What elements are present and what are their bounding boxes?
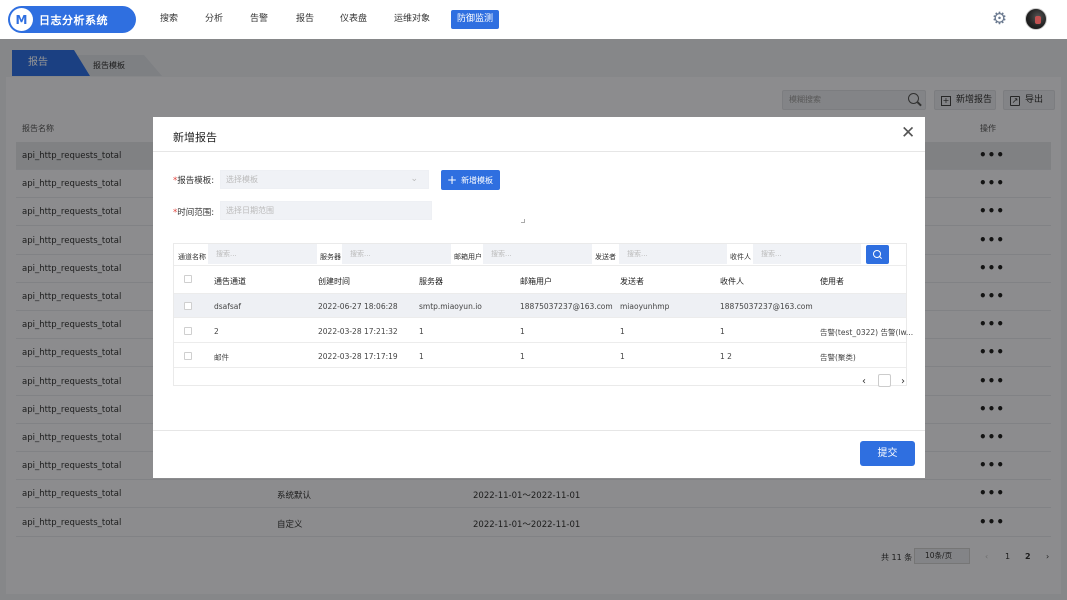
nav-ops-objects[interactable]: 运维对象 xyxy=(388,10,436,29)
filter-channel-input[interactable]: 搜索... xyxy=(208,244,317,264)
top-bar: M 日志分析系统 搜索 分析 告警 报告 仪表盘 运维对象 防御监测 ⚙ xyxy=(0,0,1067,39)
close-icon[interactable]: ✕ xyxy=(901,125,915,142)
filter-recipient-input[interactable]: 搜索... xyxy=(753,244,861,264)
filter-label-channel: 通道名称 xyxy=(178,253,206,261)
app-logo[interactable]: M 日志分析系统 xyxy=(8,6,136,33)
template-placeholder: 选择模板 xyxy=(226,175,258,184)
filter-divider xyxy=(174,265,906,266)
cell-mail-user: 18875037237@163.com xyxy=(520,302,613,311)
inner-next-icon[interactable]: › xyxy=(901,376,905,387)
cell-recipient: 1 xyxy=(720,327,725,336)
cell-created: 2022-06-27 18:06:28 xyxy=(318,302,398,311)
col-recipient: 收件人 xyxy=(720,277,744,286)
cell-channel: dsafsaf xyxy=(214,302,242,311)
row-checkbox[interactable] xyxy=(184,352,192,360)
dialog-title: 新增报告 xyxy=(173,131,217,144)
submit-button[interactable]: 提交 xyxy=(860,441,915,466)
cell-mail-user: 1 xyxy=(520,327,525,336)
filter-label-recipient: 收件人 xyxy=(730,253,751,261)
settings-gear-icon[interactable]: ⚙ xyxy=(990,10,1009,29)
app-title: 日志分析系统 xyxy=(39,13,108,27)
date-range-input[interactable]: 选择日期范围 xyxy=(220,201,432,220)
table-row[interactable]: dsafsaf 2022-06-27 18:06:28 smtp.miaoyun.i… xyxy=(174,294,906,318)
nav-search[interactable]: 搜索 xyxy=(154,10,184,29)
cell-sender: miaoyunhmp xyxy=(620,302,670,311)
inner-page-box[interactable] xyxy=(878,374,891,387)
filter-mail-user-input[interactable]: 搜索... xyxy=(483,244,592,264)
logo-icon: M xyxy=(10,8,33,31)
cell-sender: 1 xyxy=(620,327,625,336)
col-sender: 发送者 xyxy=(620,277,644,286)
col-created: 创建时间 xyxy=(318,277,350,286)
col-mail-user: 邮箱用户 xyxy=(520,277,552,286)
filter-label-mail-user: 邮箱用户 xyxy=(454,253,482,261)
nav-reports[interactable]: 报告 xyxy=(290,10,320,29)
filter-server-input[interactable]: 搜索... xyxy=(342,244,451,264)
row-checkbox[interactable] xyxy=(184,302,192,310)
new-template-button[interactable]: + 新增模板 xyxy=(441,170,500,190)
cell-server: 1 xyxy=(419,327,424,336)
cell-server: smtp.miaoyun.io xyxy=(419,302,482,311)
cell-recipient: 18875037237@163.com xyxy=(720,302,813,311)
inner-prev-icon[interactable]: ‹ xyxy=(862,376,866,387)
select-all-checkbox[interactable] xyxy=(184,275,192,283)
template-field-label: *报告模板: xyxy=(173,176,215,186)
range-field-label: *时间范围: xyxy=(173,208,215,218)
nav-dashboard[interactable]: 仪表盘 xyxy=(334,10,373,29)
cell-server: 1 xyxy=(419,352,424,361)
chevron-down-icon: ⌄ xyxy=(410,174,418,184)
nav-alerts[interactable]: 告警 xyxy=(244,10,274,29)
channel-table: 通道名称 搜索... 服务器 搜索... 邮箱用户 搜索... 发送者 搜索..… xyxy=(173,243,913,387)
cell-recipient: 1 2 xyxy=(720,352,732,361)
col-channel: 通告通道 xyxy=(214,277,246,286)
template-select[interactable]: 选择模板 ⌄ xyxy=(220,170,429,189)
table-row[interactable]: 2 2022-03-28 17:21:32 1 1 1 1 告警(test_0322) 告警… xyxy=(174,319,913,343)
table-row[interactable]: 邮件 2022-03-28 17:17:19 1 1 1 1 2 告警(聚类) xyxy=(174,344,906,368)
new-template-label: 新增模板 xyxy=(461,176,494,185)
cell-created: 2022-03-28 17:21:32 xyxy=(318,327,398,336)
plus-icon: + xyxy=(447,173,458,187)
filter-label-sender: 发送者 xyxy=(595,253,616,261)
col-server: 服务器 xyxy=(419,277,443,286)
header-divider xyxy=(153,151,925,152)
user-avatar[interactable] xyxy=(1025,8,1047,30)
cell-channel: 2 xyxy=(214,327,219,336)
footer-divider xyxy=(153,430,925,431)
cell-channel: 邮件 xyxy=(214,353,229,362)
filter-sender-input[interactable]: 搜索... xyxy=(619,244,727,264)
nav-analysis[interactable]: 分析 xyxy=(199,10,229,29)
resize-handle-icon xyxy=(521,219,525,223)
cell-created: 2022-03-28 17:17:19 xyxy=(318,352,398,361)
filter-label-server: 服务器 xyxy=(320,253,341,261)
add-report-dialog: 新增报告 ✕ *报告模板: 选择模板 ⌄ + 新增模板 *时间范围: 选择日期范围… xyxy=(153,117,925,478)
filter-search-icon[interactable] xyxy=(866,245,889,264)
cell-user: 告警(test_0322) 告警(lw... xyxy=(820,328,914,337)
nav-defense-monitor[interactable]: 防御监测 xyxy=(451,10,500,29)
cell-user: 告警(聚类) xyxy=(820,353,856,362)
col-user: 使用者 xyxy=(820,277,844,286)
row-checkbox[interactable] xyxy=(184,327,192,335)
cell-sender: 1 xyxy=(620,352,625,361)
cell-mail-user: 1 xyxy=(520,352,525,361)
